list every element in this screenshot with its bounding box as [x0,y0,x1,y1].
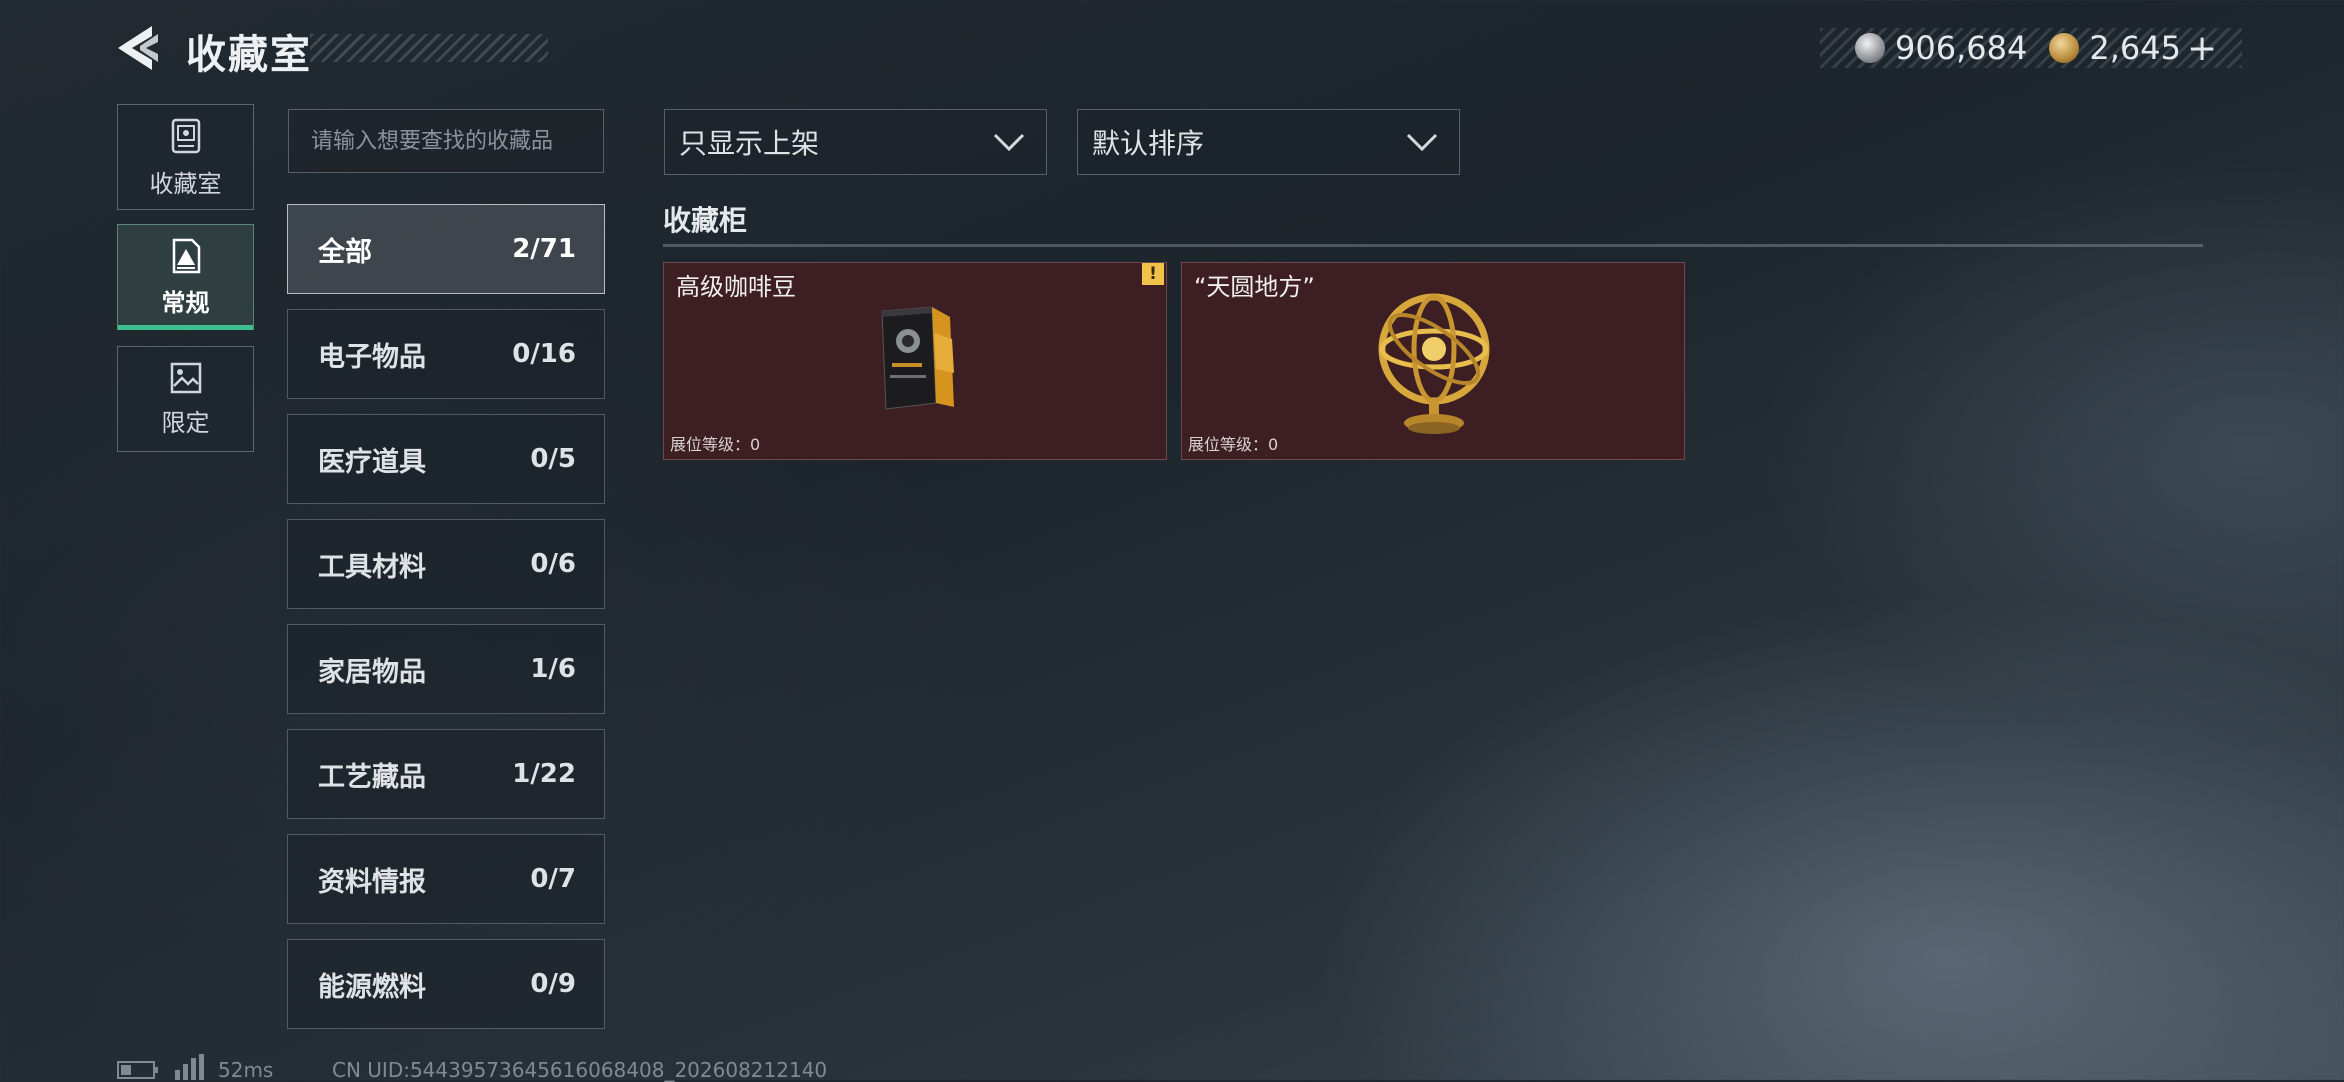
item-card[interactable]: 高级咖啡豆 ! 展位等级：0 [663,262,1167,460]
dropdown-label: 默认排序 [1092,127,1205,160]
category-crafts[interactable]: 工艺藏品 1/22 [287,729,605,819]
category-count: 0/6 [530,549,576,579]
category-name: 工艺藏品 [318,761,426,793]
sort-order-dropdown[interactable]: 默认排序 [1077,109,1460,175]
mode-tab-regular[interactable]: 常规 [117,224,254,330]
category-household[interactable]: 家居物品 1/6 [287,624,605,714]
section-divider [663,244,2203,247]
chevron-down-icon [993,133,1025,152]
title-decoration [310,34,548,62]
category-medical[interactable]: 医疗道具 0/5 [287,414,605,504]
item-name: “天圆地方” [1194,273,1315,301]
armillary-sphere-icon [1378,293,1490,434]
category-count: 0/9 [530,969,576,999]
dropdown-label: 只显示上架 [679,127,820,160]
battery-icon [117,1061,158,1079]
category-name: 医疗道具 [318,446,426,478]
category-intel[interactable]: 资料情报 0/7 [287,834,605,924]
category-count: 2/71 [512,234,576,264]
mode-tab-label: 常规 [161,288,210,317]
currency-bar: 906,684 2,645 + [1820,28,2242,69]
item-display-level: 展位等级：0 [670,435,761,454]
category-name: 全部 [318,236,372,268]
item-display-level: 展位等级：0 [1188,435,1279,454]
category-tools[interactable]: 工具材料 0/6 [287,519,605,609]
mode-tab-label: 限定 [161,408,210,437]
section-title: 收藏柜 [663,204,748,237]
regular-icon [172,238,200,273]
category-electronics[interactable]: 电子物品 0/16 [287,309,605,399]
back-arrow-icon [118,26,158,70]
silver-currency-value: 906,684 [1895,29,2028,67]
category-count: 0/16 [512,339,576,369]
add-currency-button[interactable]: + [2187,28,2217,69]
category-count: 0/5 [530,444,576,474]
category-energy[interactable]: 能源燃料 0/9 [287,939,605,1029]
category-name: 资料情报 [318,866,426,898]
mode-tab-limited[interactable]: 限定 [117,346,254,452]
search-input[interactable] [288,109,604,173]
signal-icon [175,1054,204,1080]
coffee-bag-icon [881,306,954,410]
category-name: 电子物品 [318,341,426,373]
item-card[interactable]: “天圆地方” 展位等级：0 [1181,262,1685,460]
gold-coin-icon [2049,33,2080,63]
silver-coin-icon [1855,33,1885,63]
category-name: 工具材料 [318,551,426,583]
category-count: 0/7 [530,864,576,894]
category-all[interactable]: 全部 2/71 [287,204,605,294]
item-name: 高级咖啡豆 [676,273,796,301]
ping-text: 52ms [218,1058,274,1082]
gold-currency-value: 2,645 [2089,29,2181,67]
category-name: 家居物品 [318,656,426,688]
back-button[interactable] [112,24,164,72]
category-count: 1/6 [530,654,576,684]
mode-tab-label: 收藏室 [149,169,222,198]
limited-icon [170,362,201,393]
display-filter-dropdown[interactable]: 只显示上架 [664,109,1047,175]
uid-text: CN UID:54439573645616068408_202608212140 [332,1058,828,1082]
warning-badge: ! [1142,263,1164,285]
active-tab-indicator [118,325,253,330]
chevron-down-icon [1406,133,1438,152]
category-count: 1/22 [512,759,576,789]
collection-room-icon [171,118,200,153]
page-title: 收藏室 [186,32,312,78]
mode-tab-collection-room[interactable]: 收藏室 [117,104,254,210]
category-name: 能源燃料 [318,971,426,1003]
